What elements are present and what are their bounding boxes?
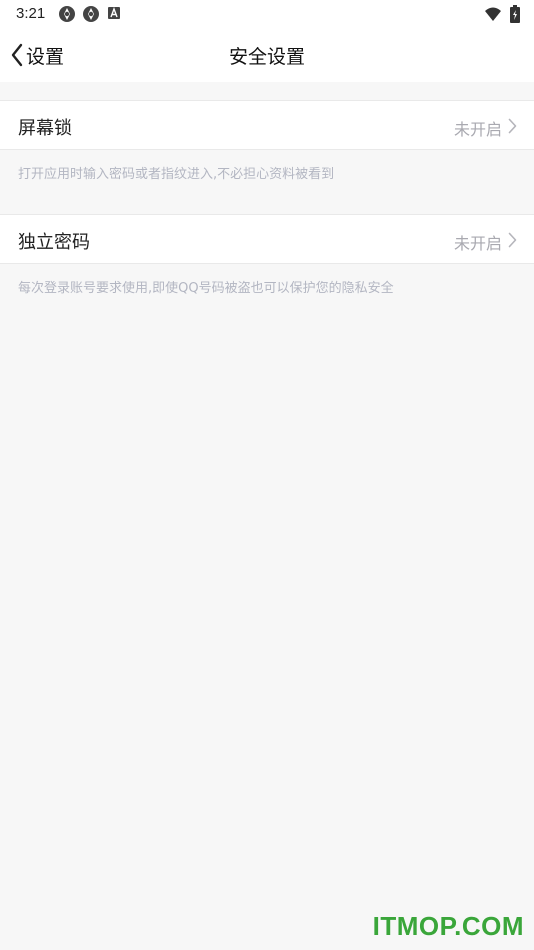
a-badge-icon xyxy=(108,7,120,19)
status-icons-right xyxy=(484,5,520,23)
setting-description-independent-password: 每次登录账号要求使用,即使QQ号码被盗也可以保护您的隐私安全 xyxy=(18,281,394,296)
page-title: 安全设置 xyxy=(228,46,305,68)
wifi-icon xyxy=(485,7,501,21)
status-bar: 3:21 xyxy=(0,0,534,28)
setting-status-screen-lock: 未开启 xyxy=(453,120,502,139)
watermark: ITMOP.COM xyxy=(372,911,524,941)
setting-row-independent-password[interactable]: 独立密码 未开启 xyxy=(0,214,534,264)
setting-label-independent-password: 独立密码 xyxy=(18,232,90,253)
setting-label-screen-lock: 屏幕锁 xyxy=(18,118,72,139)
setting-description-screen-lock: 打开应用时输入密码或者指纹进入,不必担心资料被看到 xyxy=(18,167,335,182)
status-time: 3:21 xyxy=(16,5,46,22)
chevron-right-icon xyxy=(508,118,517,134)
battery-charging-icon xyxy=(510,5,520,23)
chevron-right-icon xyxy=(508,232,517,248)
setting-row-screen-lock[interactable]: 屏幕锁 未开启 xyxy=(0,100,534,150)
nav-bar: 设置 安全设置 xyxy=(0,28,534,82)
status-icons-left xyxy=(58,5,122,23)
aperture-icon xyxy=(83,6,99,22)
aperture-icon xyxy=(59,6,75,22)
setting-status-independent-password: 未开启 xyxy=(453,234,502,253)
